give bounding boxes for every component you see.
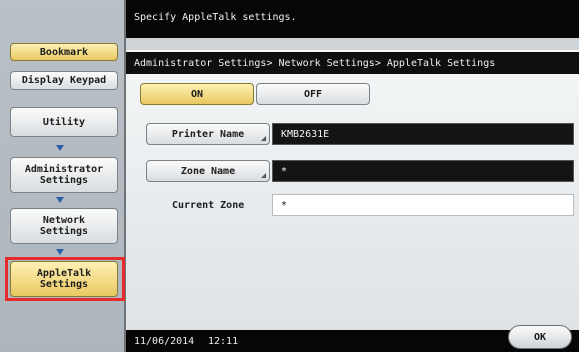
zone-name-value: * xyxy=(272,160,574,182)
down-arrow-icon xyxy=(56,249,64,255)
nav-utility-button[interactable]: Utility xyxy=(10,107,118,137)
off-button[interactable]: OFF xyxy=(256,83,370,105)
printer-name-value: KMB2631E xyxy=(272,123,574,145)
down-arrow-icon xyxy=(56,197,64,203)
breadcrumb: Administrator Settings> Network Settings… xyxy=(126,52,579,74)
nav-network-settings-label: Network Settings xyxy=(39,215,89,237)
nav-utility-label: Utility xyxy=(42,116,86,128)
display-keypad-button[interactable]: Display Keypad xyxy=(10,71,118,90)
printer-name-label: Printer Name xyxy=(171,128,245,140)
zone-name-button[interactable]: Zone Name xyxy=(146,160,270,182)
down-arrow-icon xyxy=(56,145,64,151)
nav-administrator-settings-button[interactable]: Administrator Settings xyxy=(10,157,118,193)
time-text: 12:11 xyxy=(208,336,239,347)
nav-network-settings-button[interactable]: Network Settings xyxy=(10,208,118,244)
current-zone-value: * xyxy=(272,194,574,216)
date-text: 11/06/2014 xyxy=(134,336,195,347)
ok-button[interactable]: OK xyxy=(508,325,572,349)
corner-icon xyxy=(261,173,266,178)
on-button[interactable]: ON xyxy=(140,83,254,105)
corner-icon xyxy=(261,136,266,141)
breadcrumb-text: Administrator Settings> Network Settings… xyxy=(134,58,496,69)
printer-name-button[interactable]: Printer Name xyxy=(146,123,270,145)
bookmark-button[interactable]: Bookmark xyxy=(10,43,118,61)
current-zone-label: Current Zone xyxy=(172,200,245,211)
nav-administrator-settings-label: Administrator Settings xyxy=(24,164,104,186)
message-bar: Specify AppleTalk settings. xyxy=(126,0,579,38)
highlight-box xyxy=(5,257,125,301)
zone-name-label: Zone Name xyxy=(180,165,236,177)
header-message: Specify AppleTalk settings. xyxy=(134,12,297,23)
